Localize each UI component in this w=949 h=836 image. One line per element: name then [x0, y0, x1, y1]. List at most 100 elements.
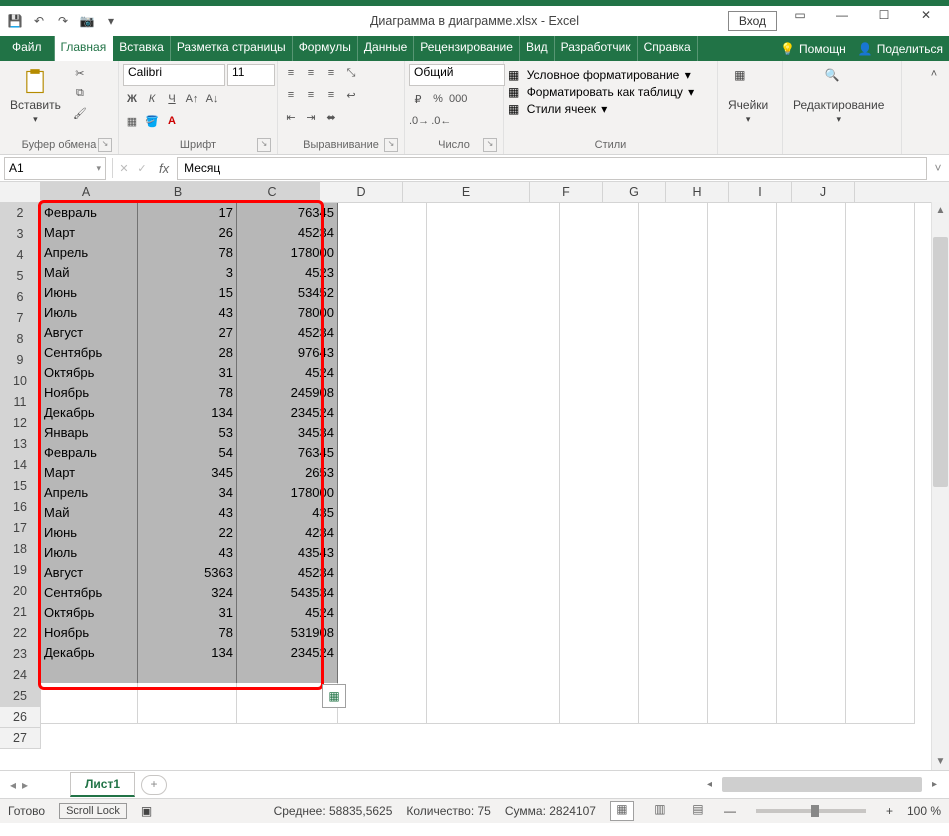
cell[interactable] [427, 363, 560, 384]
cell[interactable] [846, 523, 915, 544]
cell[interactable] [560, 303, 639, 324]
cell[interactable] [777, 263, 846, 284]
cell[interactable] [560, 643, 639, 664]
new-sheet-button[interactable]: + [141, 775, 167, 795]
cell[interactable] [846, 583, 915, 604]
row-header[interactable]: 19 [0, 560, 41, 581]
cell[interactable]: Сентябрь [41, 583, 138, 604]
cell[interactable]: 4524 [237, 363, 338, 384]
cell[interactable] [560, 663, 639, 684]
cell[interactable] [338, 323, 427, 344]
cell-styles-button[interactable]: ▦ Стили ячеек ▾ [508, 102, 607, 116]
vertical-scrollbar[interactable]: ▲ ▼ [931, 202, 949, 770]
cell[interactable] [560, 363, 639, 384]
enter-formula-icon[interactable]: ✓ [133, 159, 151, 177]
cell[interactable] [639, 643, 708, 664]
font-size-select[interactable]: 11 [227, 64, 275, 86]
cell[interactable] [427, 483, 560, 504]
cell[interactable] [338, 703, 427, 724]
cells-area[interactable]: Февраль1776345Март2645234Апрель78178000М… [41, 203, 915, 749]
cell[interactable] [427, 403, 560, 424]
number-format-select[interactable]: Общий [409, 64, 505, 86]
merge-icon[interactable]: ⬌ [322, 108, 340, 126]
cell[interactable] [427, 703, 560, 724]
fx-icon[interactable]: fx [151, 161, 177, 176]
expand-formula-icon[interactable]: ˅ [927, 161, 949, 175]
cell[interactable] [427, 223, 560, 244]
editing-button[interactable]: 🔍Редактирование▾ [787, 64, 890, 129]
cell[interactable] [777, 323, 846, 344]
cell[interactable] [338, 363, 427, 384]
page-break-view-icon[interactable]: ▤ [686, 801, 710, 821]
cell[interactable] [777, 283, 846, 304]
cell[interactable] [639, 423, 708, 444]
cell[interactable] [560, 543, 639, 564]
format-painter-icon[interactable]: 🖌 [71, 104, 89, 122]
cell[interactable] [427, 263, 560, 284]
cell[interactable] [338, 223, 427, 244]
cell[interactable] [41, 703, 138, 724]
normal-view-icon[interactable]: ▦ [610, 801, 634, 821]
tab-формулы[interactable]: Формулы [293, 36, 358, 61]
currency-icon[interactable]: ₽ [409, 90, 427, 108]
row-header[interactable]: 6 [0, 287, 41, 308]
record-macro-icon[interactable]: ▣ [141, 804, 152, 818]
col-header-E[interactable]: E [403, 182, 530, 202]
cell[interactable]: Август [41, 323, 138, 344]
dialog-launcher-icon[interactable]: ↘ [257, 138, 271, 152]
cell[interactable] [708, 463, 777, 484]
align-center-icon[interactable]: ≡ [302, 86, 320, 104]
cell[interactable] [560, 683, 639, 704]
tab-разработчик[interactable]: Разработчик [555, 36, 638, 61]
cell[interactable] [560, 583, 639, 604]
cell[interactable] [777, 603, 846, 624]
cell[interactable] [708, 483, 777, 504]
align-left-icon[interactable]: ≡ [282, 86, 300, 104]
cell[interactable]: 43 [138, 303, 237, 324]
ribbon-options-icon[interactable]: ▭ [781, 8, 819, 34]
zoom-out-icon[interactable]: — [724, 804, 736, 818]
row-header[interactable]: 4 [0, 245, 41, 266]
cell[interactable] [846, 503, 915, 524]
cell[interactable] [427, 663, 560, 684]
cell[interactable] [846, 223, 915, 244]
cut-icon[interactable]: ✂ [71, 64, 89, 82]
cell[interactable] [846, 443, 915, 464]
cell[interactable] [427, 463, 560, 484]
cell[interactable] [777, 623, 846, 644]
cell[interactable]: 15 [138, 283, 237, 304]
cell[interactable] [41, 683, 138, 704]
cell[interactable] [846, 703, 915, 724]
paste-button[interactable]: Вставить ▾ [4, 64, 67, 129]
cell[interactable] [639, 463, 708, 484]
cell[interactable] [41, 663, 138, 684]
tab-справка[interactable]: Справка [638, 36, 698, 61]
tab-главная[interactable]: Главная [55, 36, 114, 61]
cell[interactable] [777, 343, 846, 364]
cell[interactable] [639, 383, 708, 404]
increase-decimal-icon[interactable]: .0→ [409, 112, 429, 130]
cell[interactable] [846, 303, 915, 324]
cell[interactable] [560, 203, 639, 224]
dialog-launcher-icon[interactable]: ↘ [483, 138, 497, 152]
row-header[interactable]: 27 [0, 728, 41, 749]
cell[interactable] [708, 403, 777, 424]
collapse-ribbon-icon[interactable]: ˄ [925, 65, 943, 83]
cell[interactable] [777, 203, 846, 224]
scroll-up-icon[interactable]: ▲ [932, 202, 949, 219]
cell[interactable] [639, 583, 708, 604]
cell[interactable] [708, 563, 777, 584]
cell[interactable] [846, 643, 915, 664]
row-header[interactable]: 25 [0, 686, 41, 707]
percent-icon[interactable]: % [429, 90, 447, 108]
cell[interactable] [846, 243, 915, 264]
cell[interactable]: Июль [41, 303, 138, 324]
cell[interactable] [708, 523, 777, 544]
cell[interactable] [560, 503, 639, 524]
cell[interactable]: 78 [138, 383, 237, 404]
cell[interactable] [777, 523, 846, 544]
cell[interactable]: 178000 [237, 483, 338, 504]
cell[interactable] [777, 683, 846, 704]
cell[interactable] [846, 543, 915, 564]
cell[interactable]: 43 [138, 503, 237, 524]
